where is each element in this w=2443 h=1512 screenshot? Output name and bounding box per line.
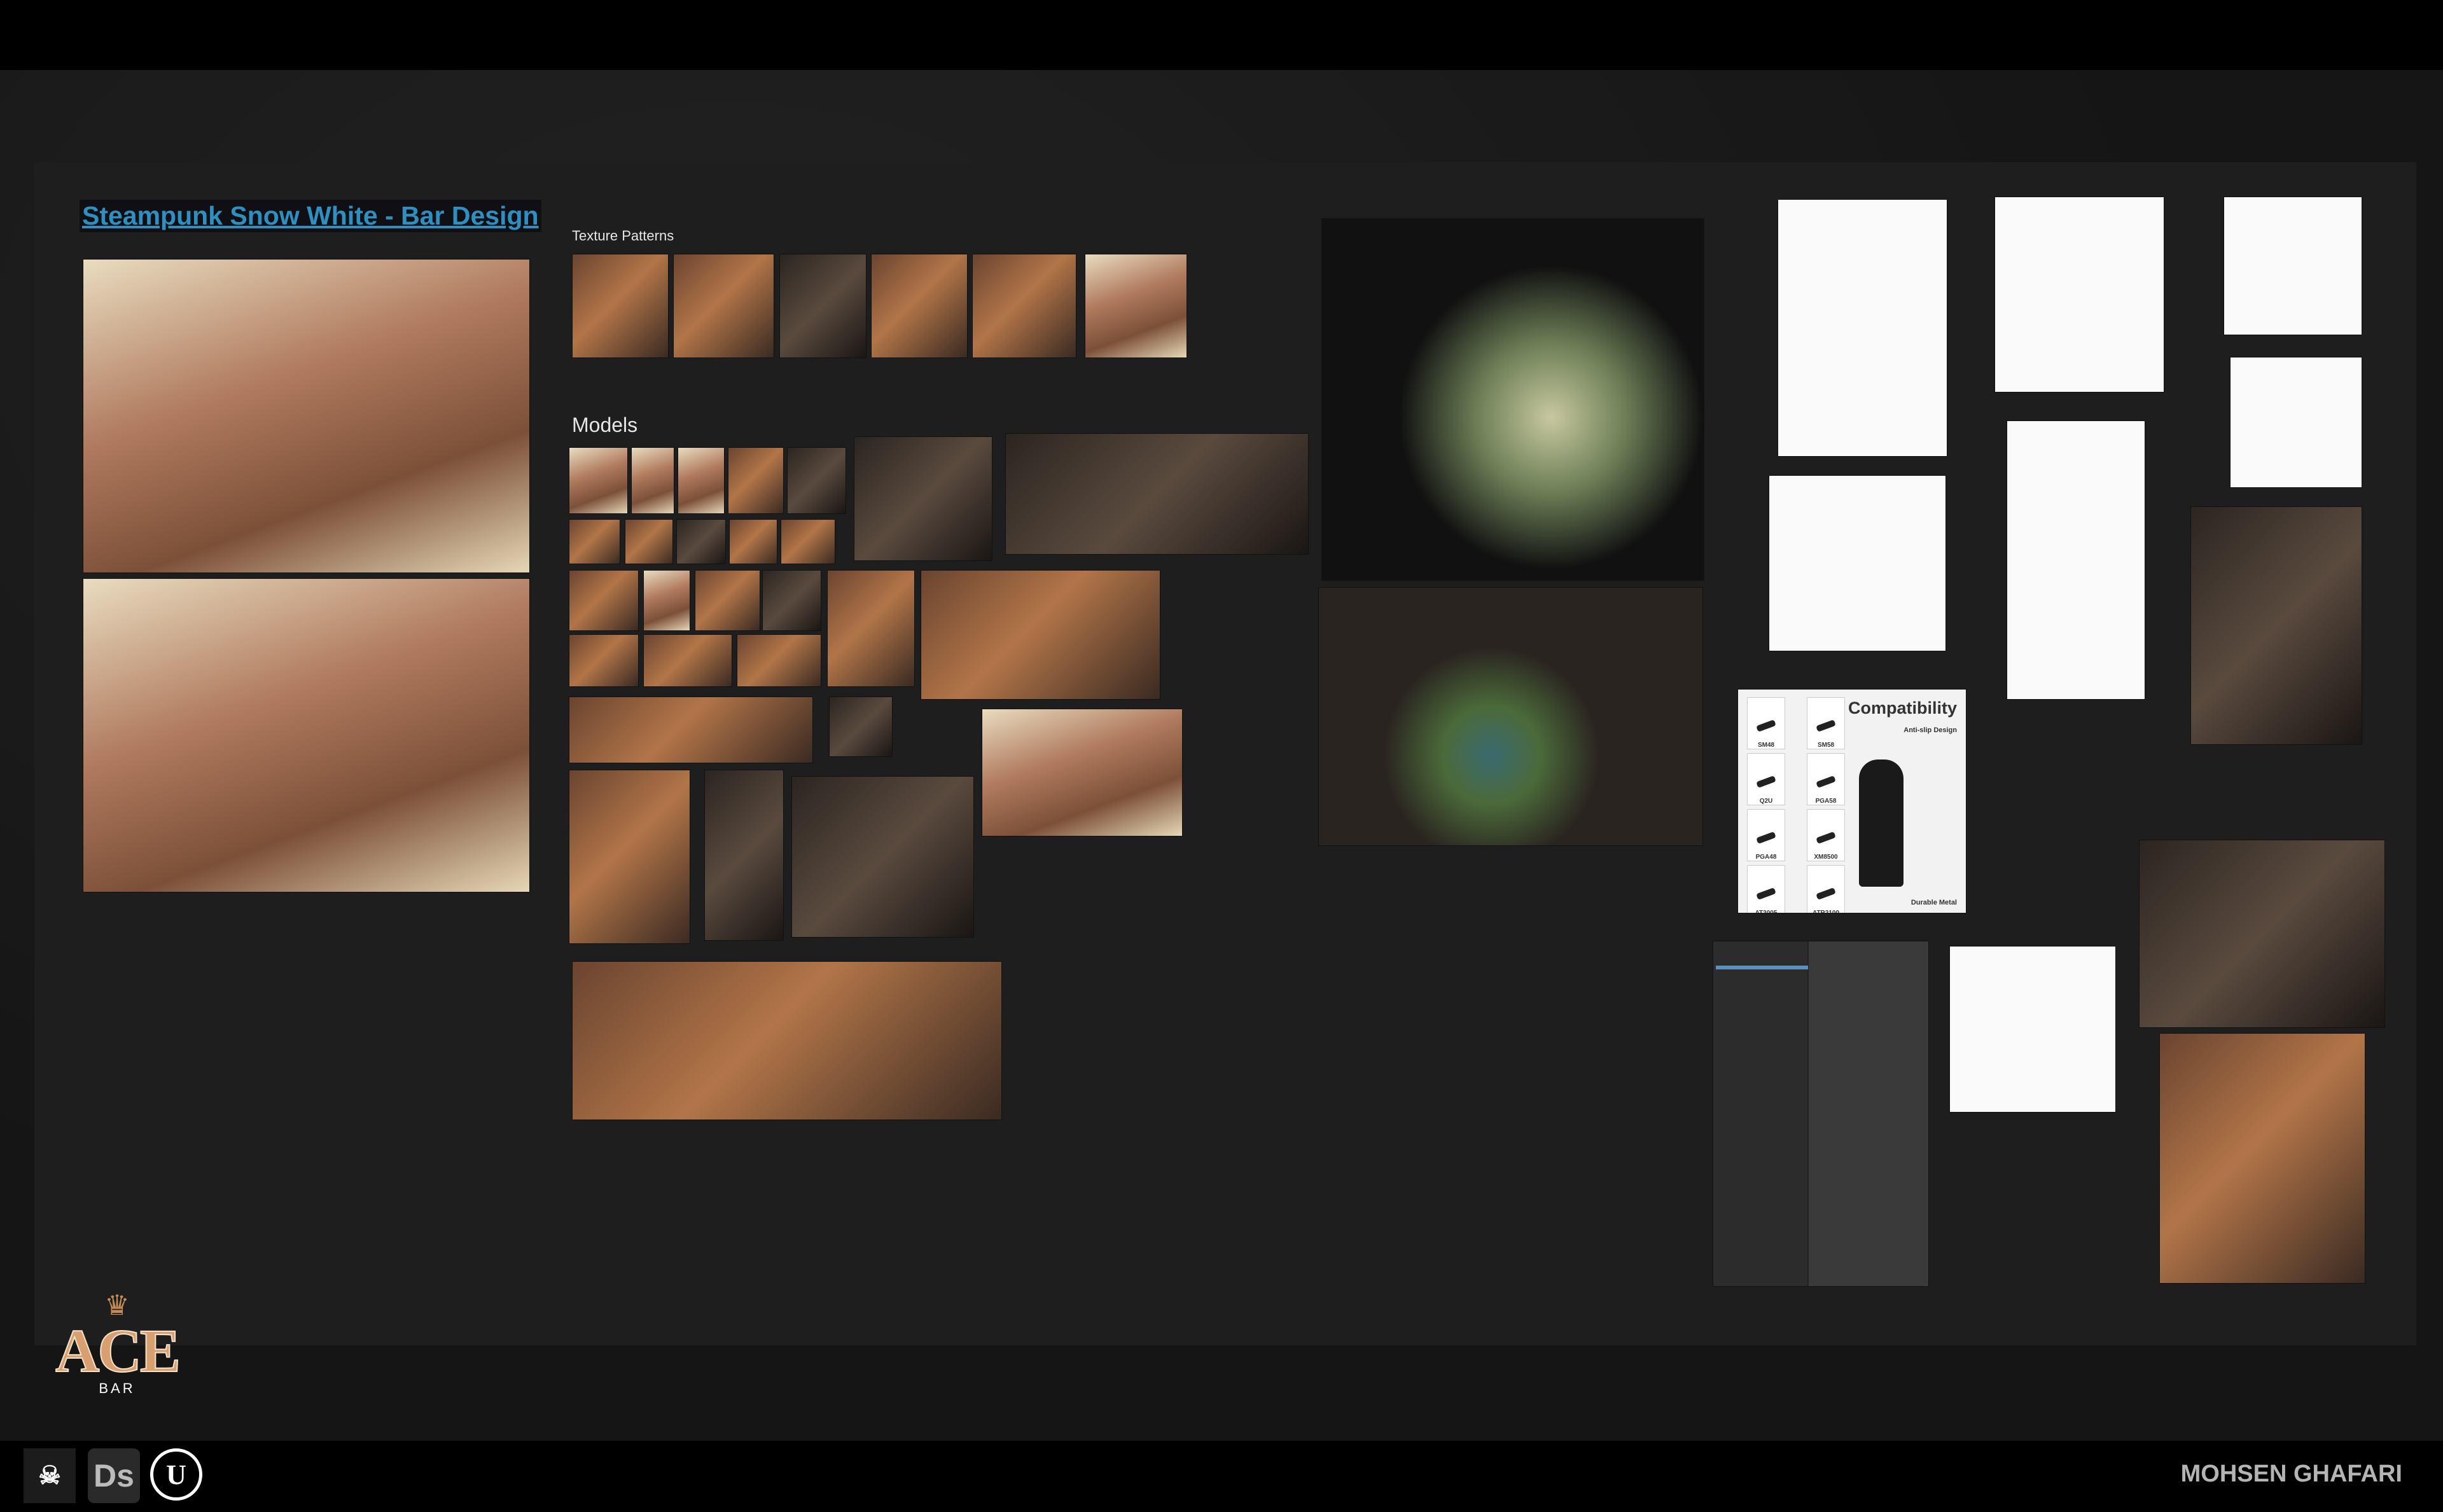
microphone-icon — [1756, 719, 1776, 732]
model-stool — [630, 447, 675, 515]
model-box — [828, 696, 893, 758]
mic-model-item: SM48 — [1747, 697, 1785, 749]
model-part — [729, 518, 778, 564]
mic-model-label: XM8500 — [1814, 854, 1838, 861]
ace-bar-logo: ♛ ACE BAR — [44, 1290, 190, 1417]
reference-crate — [1949, 945, 2116, 1113]
mic-model-label: Q2U — [1759, 798, 1773, 805]
outliner-selection — [1716, 966, 1808, 969]
daz-studio-icon: Ds — [88, 1448, 140, 1503]
texture-tile — [1084, 254, 1188, 359]
unreal-engine-icon: U — [150, 1448, 202, 1501]
author-name: MOHSEN GHAFARI — [2180, 1460, 2402, 1487]
model-stool — [568, 447, 628, 515]
microphone-icon — [1816, 831, 1836, 844]
texture-tile — [972, 254, 1077, 359]
microphone-icon — [1756, 887, 1776, 900]
mic-model-label: PGA58 — [1815, 798, 1837, 805]
microphone-icon — [1756, 831, 1776, 844]
mic-model-item: PGA58 — [1807, 753, 1845, 805]
model-sign — [568, 570, 639, 631]
model-machine — [762, 570, 821, 631]
model-part — [625, 518, 673, 564]
model-engine — [854, 436, 992, 561]
mic-model-item: ATR2100 — [1807, 865, 1845, 913]
texture-tile — [571, 254, 669, 359]
model-machine-closeup — [2139, 840, 2386, 1029]
texture-tile — [672, 254, 775, 359]
reference-bar-photo — [2190, 506, 2362, 745]
reference-painted-drums — [1318, 587, 1703, 846]
mic-model-label: ATR2100 — [1812, 910, 1840, 913]
model-bar-render — [571, 961, 1002, 1120]
mic-model-item: XM8500 — [1807, 809, 1845, 861]
logo-name: ACE — [55, 1317, 181, 1385]
reference-wall-dispenser — [2007, 420, 2146, 700]
substance-painter-icon: ☠ — [24, 1448, 76, 1503]
model-pipes — [568, 696, 814, 763]
reference-bottles — [1778, 199, 1948, 457]
concept-art-bar-isometric — [82, 258, 530, 574]
model-stage — [921, 570, 1161, 700]
outliner-panel — [1713, 941, 1809, 1286]
reference-cabinet — [2229, 356, 2362, 488]
mic-holder-shape — [1859, 759, 1904, 887]
model-gear — [827, 570, 915, 687]
mic-model-label: AT2005 — [1755, 910, 1778, 913]
microphone-icon — [1816, 719, 1836, 732]
mic-model-item: PGA48 — [1747, 809, 1785, 861]
compatibility-title: Compatibility — [1848, 698, 1957, 718]
model-part — [737, 634, 821, 687]
model-barrel — [727, 447, 784, 515]
mic-model-label: SM58 — [1817, 742, 1835, 749]
model-frame — [568, 634, 639, 687]
model-railing — [981, 709, 1183, 837]
model-stool — [678, 447, 725, 515]
model-stairs — [704, 769, 784, 941]
model-part — [780, 518, 835, 564]
page-title[interactable]: Steampunk Snow White - Bar Design — [80, 200, 541, 232]
model-gears — [643, 634, 732, 687]
reference-barrel — [1994, 196, 2164, 393]
mic-model-item: SM58 — [1807, 697, 1845, 749]
ds-label: Ds — [94, 1458, 134, 1494]
model-part — [676, 518, 727, 564]
mic-model-item: Q2U — [1747, 753, 1785, 805]
microphone-icon — [1816, 775, 1836, 788]
microphone-icon — [1756, 775, 1776, 788]
footer-bar — [0, 1441, 2443, 1512]
model-clock — [643, 570, 690, 631]
model-boiler — [1005, 433, 1309, 555]
model-barrels — [695, 570, 761, 631]
model-pipe-organ — [568, 769, 690, 945]
reference-bar-counter — [2223, 196, 2362, 335]
reference-drum-kit — [1321, 218, 1705, 581]
texture-patterns-label: Texture Patterns — [572, 228, 674, 244]
maya-camera-settings-screenshot — [1713, 941, 1929, 1287]
mic-model-label: PGA48 — [1755, 854, 1777, 861]
texture-tile — [870, 254, 968, 359]
texture-tile — [779, 254, 867, 359]
anti-slip-label: Anti-slip Design — [1904, 726, 1957, 734]
microphone-icon — [1816, 887, 1836, 900]
top-bar — [0, 0, 2443, 70]
models-label: Models — [572, 413, 638, 436]
model-part — [568, 518, 620, 564]
mic-model-item: AT2005 — [1747, 865, 1785, 913]
mic-model-label: SM48 — [1757, 742, 1775, 749]
model-machine — [786, 447, 846, 515]
model-heater-closeup — [2159, 1032, 2365, 1284]
reference-labels — [1768, 475, 1946, 651]
durable-metal-label: Durable Metal — [1911, 899, 1957, 906]
model-engine — [791, 775, 974, 938]
concept-art-bar-variation — [82, 578, 530, 893]
mic-holder-compatibility-image: SM48 SM58 Q2U PGA58 PGA48 XM8500 AT2005 ATR2100… — [1737, 689, 1966, 913]
